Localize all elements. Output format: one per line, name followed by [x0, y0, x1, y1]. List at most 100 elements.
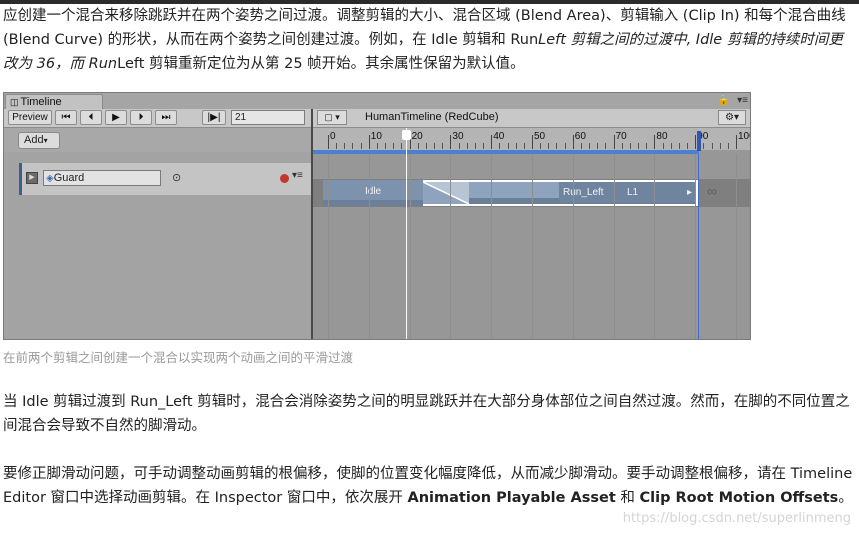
ruler-minor-tick	[344, 143, 346, 149]
ruler-minor-tick	[597, 143, 599, 149]
infinity-icon: ∞	[707, 183, 717, 199]
ruler-minor-tick	[336, 143, 338, 149]
ruler-minor-tick	[523, 143, 525, 149]
ruler-minor-tick	[401, 143, 403, 149]
timeline-window: ◫ Timeline 🔒 ▾≡ Preview ⏮ ⏴ ▶ ⏵ ⏭ |▶| 21 …	[3, 92, 751, 340]
record-button[interactable]	[280, 174, 289, 183]
ruler-minor-tick	[507, 143, 509, 149]
timeline-duration-bar	[313, 150, 699, 154]
add-track-button[interactable]: Add▾	[18, 132, 60, 149]
current-frame-field[interactable]: 21	[231, 110, 305, 125]
ruler-major-tick	[532, 135, 533, 149]
settings-gear-icon[interactable]: ⚙▾	[718, 110, 746, 125]
ruler-major-tick	[736, 135, 737, 149]
ruler-major-tick	[328, 135, 329, 149]
ruler-tick-label: 40	[493, 131, 505, 142]
ruler-minor-tick	[515, 143, 517, 149]
grid-line	[613, 154, 615, 339]
figure-caption: 在前两个剪辑之间创建一个混合以实现两个动画之间的平滑过渡	[3, 350, 354, 365]
body-paragraph-root-offset: 要修正脚滑动问题，可手动调整动画剪辑的根偏移，使脚的位置变化幅度降低，从而减少脚…	[3, 466, 853, 506]
ruler-minor-tick	[711, 143, 713, 149]
grid-line	[450, 154, 452, 339]
ruler-tick-label: 50	[534, 131, 546, 142]
intro-paragraph: 应创建一个混合来移除跳跃并在两个姿势之间过渡。调整剪辑的大小、混合区域 (Ble…	[3, 8, 846, 72]
tab-timeline[interactable]: ◫ Timeline	[5, 94, 103, 110]
grid-line	[368, 154, 370, 339]
track-menu-icon[interactable]: ▾≡	[292, 170, 303, 181]
ruler-major-tick	[572, 135, 574, 149]
clip-run-extra-label: L1	[627, 187, 639, 198]
ruler-tick-label: 60	[574, 131, 586, 142]
body-paragraph-blend: 当 Idle 剪辑过渡到 Run_Left 剪辑时，混合会消除姿势之间的明显跳跃…	[3, 394, 850, 434]
play-button[interactable]: ▶	[105, 110, 127, 125]
clip-arrow-icon: ▸	[687, 187, 693, 198]
last-frame-button[interactable]: ⏭	[155, 110, 177, 125]
ruler-minor-tick	[352, 143, 354, 149]
clip-run-label-box: Run_Left L1 ▸	[559, 182, 695, 202]
time-ruler[interactable]: 0102030405060708090100	[313, 128, 750, 150]
ruler-major-tick	[613, 135, 615, 149]
first-frame-button[interactable]: ⏮	[55, 110, 77, 125]
ruler-minor-tick	[589, 143, 591, 149]
ruler-minor-tick	[425, 143, 427, 149]
end-marker[interactable]	[697, 131, 701, 151]
ruler-minor-tick	[670, 143, 672, 149]
ruler-minor-tick	[442, 143, 444, 149]
ruler-minor-tick	[458, 143, 460, 149]
ruler-tick-label: 30	[452, 131, 464, 142]
track-expand-icon[interactable]: ▶	[26, 172, 38, 184]
asset-name: HumanTimeline (RedCube)	[365, 111, 499, 123]
watermark: https://blog.csdn.net/superlinmeng	[622, 511, 851, 526]
ruler-minor-tick	[499, 143, 501, 149]
ruler-minor-tick	[638, 143, 640, 149]
ruler-tick-label: 20	[411, 131, 423, 142]
ruler-minor-tick	[662, 143, 664, 149]
track-header-guard[interactable]: ▶ ◈Guard ⊙ ▾≡	[19, 163, 311, 195]
ruler-tick-label: 100	[738, 131, 750, 142]
clip-run-label: Run_Left	[563, 187, 604, 198]
asset-selector[interactable]: ▢ ▾	[317, 110, 347, 125]
grid-line	[409, 154, 411, 339]
playback-toolbar: Preview ⏮ ⏴ ▶ ⏵ ⏭ |▶| 21	[4, 109, 311, 128]
lock-icon[interactable]: 🔒	[718, 95, 730, 106]
ruler-minor-tick	[434, 143, 436, 149]
ruler-minor-tick	[417, 143, 419, 149]
previous-frame-button[interactable]: ⏴	[80, 110, 102, 125]
ruler-tick-label: 10	[370, 131, 382, 142]
preview-button[interactable]: Preview	[8, 110, 52, 125]
next-frame-button[interactable]: ⏵	[130, 110, 152, 125]
blend-area[interactable]	[423, 182, 469, 204]
track-header-pane: Preview ⏮ ⏴ ▶ ⏵ ⏭ |▶| 21 Add▾ ▶ ◈Guard ⊙…	[4, 109, 311, 339]
ruler-minor-tick	[629, 143, 631, 149]
grid-line	[736, 154, 737, 339]
clip-idle-label: Idle	[365, 186, 382, 197]
ruler-minor-tick	[727, 143, 729, 149]
play-range-button[interactable]: |▶|	[202, 110, 226, 125]
ruler-major-tick	[654, 135, 656, 149]
animator-icon: ◈	[46, 173, 54, 184]
clip-idle[interactable]: Idle	[323, 180, 423, 206]
window-menu-icon[interactable]: ▾≡	[737, 95, 748, 106]
ruler-minor-tick	[564, 143, 566, 149]
ruler-minor-tick	[678, 143, 680, 149]
add-row: Add▾	[4, 128, 311, 152]
ruler-minor-tick	[687, 143, 689, 149]
grid-line	[695, 154, 697, 339]
ruler-minor-tick	[621, 143, 623, 149]
ruler-minor-tick	[376, 143, 378, 149]
ruler-minor-tick	[483, 143, 485, 149]
ruler-minor-tick	[474, 143, 476, 149]
ruler-minor-tick	[466, 143, 468, 149]
grid-line	[654, 154, 656, 339]
ruler-major-tick	[491, 135, 493, 149]
grid-line	[572, 154, 574, 339]
ruler-minor-tick	[393, 143, 395, 149]
ruler-minor-tick	[548, 143, 550, 149]
ruler-minor-tick	[385, 143, 387, 149]
clip-curve-band	[323, 200, 423, 206]
ruler-major-tick	[368, 135, 370, 149]
object-picker-icon[interactable]: ⊙	[172, 171, 181, 184]
grid-line	[491, 154, 493, 339]
track-binding-field[interactable]: ◈Guard	[43, 170, 161, 186]
playhead-line[interactable]	[406, 128, 407, 339]
